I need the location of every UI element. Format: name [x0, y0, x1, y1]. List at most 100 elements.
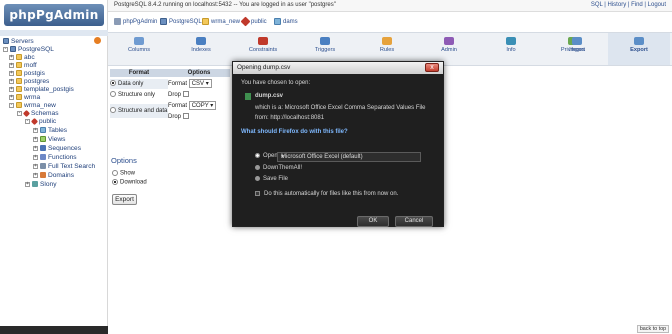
top-links[interactable]: SQL | History | Find | Logout — [591, 2, 666, 8]
open-with-app-select[interactable]: Microsoft Office Excel (default) ▾ — [277, 152, 421, 162]
expand-icon[interactable]: + — [9, 94, 14, 100]
functions-icon — [40, 154, 46, 161]
columns-icon — [134, 37, 144, 45]
dialog-titlebar[interactable]: Opening dump.csv x — [233, 62, 443, 74]
tree-item-servers[interactable]: Servers — [3, 38, 34, 46]
cancel-button[interactable]: Cancel — [395, 216, 433, 227]
status-text: PostgreSQL 8.4.2 running on localhost:54… — [114, 2, 336, 8]
data-format-select[interactable]: CSV ▾ — [188, 79, 212, 88]
breadcrumb-item[interactable]: public — [240, 16, 267, 27]
tree-item-tables[interactable]: + Tables — [33, 127, 67, 135]
sequences-icon — [40, 145, 46, 152]
tree-item-functions[interactable]: + Functions — [33, 154, 77, 162]
tree-item-public[interactable]: - public — [25, 117, 56, 126]
dialog-body: You have chosen to open: dump.csv which … — [233, 74, 443, 227]
database-icon — [16, 102, 22, 109]
data-only-option[interactable]: Data only — [110, 79, 168, 89]
expand-icon[interactable]: + — [9, 54, 14, 60]
tables-icon — [40, 127, 46, 134]
database-icon — [16, 86, 22, 93]
dialog-filename: dump.csv — [255, 93, 284, 99]
tree-item-fulltext[interactable]: + Full Text Search — [33, 163, 95, 171]
table-icon — [274, 17, 281, 25]
breadcrumb-item[interactable]: wrma_new — [202, 17, 240, 27]
refresh-icon[interactable] — [94, 37, 101, 44]
back-to-top-link[interactable]: back to top — [637, 325, 669, 333]
expand-icon[interactable]: + — [9, 62, 14, 68]
options-heading: Options — [111, 156, 137, 165]
expand-icon[interactable]: + — [9, 86, 14, 92]
expand-icon[interactable]: + — [33, 172, 38, 178]
close-icon[interactable]: x — [425, 63, 439, 72]
show-radio[interactable] — [112, 170, 118, 176]
tab-info[interactable]: Info — [480, 33, 542, 65]
schema-icon — [240, 16, 251, 27]
expand-icon[interactable]: + — [33, 127, 38, 133]
tree-item-schemas[interactable]: - Schemas — [17, 109, 59, 118]
auto-checkbox[interactable] — [255, 191, 260, 196]
expand-icon[interactable]: + — [33, 154, 38, 160]
collapse-icon[interactable]: - — [25, 118, 30, 124]
breadcrumb-item[interactable]: dams — [274, 17, 298, 27]
tree-item-sequences[interactable]: + Sequences — [33, 145, 81, 153]
full-text-search-icon — [40, 163, 46, 170]
data-format-row: Format CSV ▾ — [168, 79, 212, 89]
tree-item-db[interactable]: + moff — [9, 62, 37, 70]
download-radio[interactable] — [112, 179, 118, 185]
dialog-question: What should Firefox do with this file? — [241, 129, 348, 135]
structure-and-data-option[interactable]: Structure and data — [110, 104, 168, 118]
data-only-radio[interactable] — [110, 80, 116, 87]
admin-icon — [444, 37, 454, 45]
tree-item-postgresql[interactable]: - PostgreSQL — [3, 46, 54, 54]
downthemall-radio[interactable] — [255, 165, 260, 170]
structure-only-radio[interactable] — [110, 91, 116, 98]
collapse-icon[interactable]: - — [17, 110, 22, 116]
collapse-icon[interactable]: - — [9, 102, 14, 108]
tab-import[interactable]: Import — [546, 33, 608, 65]
server-icon — [10, 46, 16, 53]
tree-item-views[interactable]: + Views — [33, 136, 65, 144]
export-button[interactable]: Export — [112, 194, 137, 205]
ok-button[interactable]: OK — [357, 216, 389, 227]
struct-format-select[interactable]: COPY ▾ — [188, 101, 217, 110]
save-file-option[interactable]: Save File — [255, 176, 288, 182]
tree-item-db[interactable]: + template_postgis — [9, 86, 74, 94]
tree-header-band — [0, 30, 108, 36]
expand-icon[interactable]: + — [33, 163, 38, 169]
tree-item-db[interactable]: + abc — [9, 54, 35, 62]
show-option[interactable]: Show — [112, 170, 135, 177]
structure-only-option[interactable]: Structure only — [110, 90, 168, 100]
tree-item-slony[interactable]: + Slony — [25, 181, 57, 189]
downthemall-option[interactable]: DownThemAll! — [255, 165, 302, 171]
drop-checkbox[interactable] — [182, 91, 189, 98]
download-option[interactable]: Download — [112, 179, 147, 186]
breadcrumb-item[interactable]: phpPgAdmin — [114, 17, 157, 27]
expand-icon[interactable]: + — [9, 78, 14, 84]
expand-icon[interactable]: + — [33, 136, 38, 142]
tab-export[interactable]: Export — [608, 33, 670, 65]
schema-icon — [30, 117, 39, 125]
open-with-radio[interactable] — [255, 153, 260, 158]
tab-indexes[interactable]: Indexes — [170, 33, 232, 65]
app-logo[interactable]: phpPgAdmin — [4, 4, 104, 26]
dialog-intro: You have chosen to open: — [241, 80, 311, 86]
tree-item-domains[interactable]: + Domains — [33, 172, 74, 180]
save-file-radio[interactable] — [255, 176, 260, 181]
tab-columns[interactable]: Columns — [108, 33, 170, 65]
breadcrumb-item[interactable]: PostgreSQL — [160, 17, 202, 27]
left-footer-bar — [0, 326, 108, 334]
tree-item-db[interactable]: + wrma — [9, 94, 40, 102]
tree-item-db[interactable]: + postgres — [9, 78, 49, 86]
tree-item-db[interactable]: + postgis — [9, 70, 45, 78]
collapse-icon[interactable]: - — [3, 46, 8, 52]
expand-icon[interactable]: + — [33, 145, 38, 151]
drop-checkbox[interactable] — [182, 113, 189, 120]
auto-option[interactable]: Do this automatically for files like thi… — [255, 191, 398, 197]
structure-and-data-radio[interactable] — [110, 107, 116, 114]
phppgadmin-icon — [114, 17, 121, 25]
servers-icon — [3, 38, 9, 45]
expand-icon[interactable]: + — [9, 70, 14, 76]
expand-icon[interactable]: + — [25, 181, 30, 187]
struct-drop-row: Drop — [168, 112, 189, 122]
tree-item-db[interactable]: - wrma_new — [9, 102, 56, 110]
